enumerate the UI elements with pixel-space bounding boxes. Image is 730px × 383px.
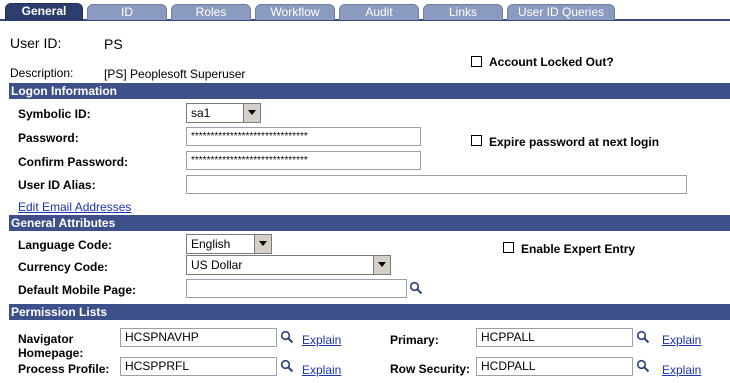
primary-input[interactable]: HCPPALL [476,328,633,347]
confirm-password-label: Confirm Password: [18,155,129,169]
enable-expert-entry-checkbox[interactable] [503,242,514,253]
currency-code-value: US Dollar [191,258,243,272]
logon-section-header: Logon Information [9,83,730,99]
row-security-input[interactable]: HCDPALL [476,357,633,376]
password-field[interactable]: ****************************** [186,127,421,146]
chevron-down-icon [243,104,260,122]
row-security-label: Row Security: [390,362,471,376]
description-value: [PS] Peoplesoft Superuser [104,67,246,81]
currency-code-select[interactable]: US Dollar [186,255,391,275]
magnifier-icon[interactable] [280,330,294,344]
primary-explain-link[interactable]: Explain [662,333,701,347]
enable-expert-entry-label: Enable Expert Entry [521,242,636,256]
process-profile-input[interactable]: HCSPPRFL [120,357,277,376]
default-mobile-page-input[interactable] [186,279,407,298]
currency-code-label: Currency Code: [18,260,109,274]
magnifier-icon[interactable] [636,359,650,373]
tab-bar: General ID Roles Workflow Audit Links Us… [0,0,730,22]
account-locked-label: Account Locked Out? [489,55,614,69]
chevron-down-icon [254,235,271,253]
navigator-explain-link[interactable]: Explain [302,333,341,347]
tab-links[interactable]: Links [423,4,503,20]
general-attributes-section-header: General Attributes [9,215,730,231]
description-label: Description: [10,66,74,80]
user-id-alias-label: User ID Alias: [18,178,96,192]
language-code-label: Language Code: [18,238,113,252]
navigator-homepage-label-line2: Homepage: [18,346,84,360]
tab-audit[interactable]: Audit [339,4,419,20]
user-id-alias-input[interactable] [186,175,687,194]
navigator-homepage-label-line1: Navigator [18,332,74,346]
confirm-password-field[interactable]: ****************************** [186,151,421,170]
primary-label: Primary: [390,333,439,347]
user-id-label: User ID: [10,35,62,51]
symbolic-id-select[interactable]: sa1 [186,103,261,123]
permission-lists-section-header: Permission Lists [9,304,730,320]
expire-password-label: Expire password at next login [489,135,660,149]
symbolic-id-label: Symbolic ID: [18,107,91,121]
user-id-value: PS [104,36,123,52]
language-code-value: English [191,237,231,251]
magnifier-icon[interactable] [636,330,650,344]
tab-user-id-queries[interactable]: User ID Queries [507,4,615,20]
account-locked-checkbox[interactable] [471,56,482,67]
tab-workflow[interactable]: Workflow [255,4,335,20]
tab-general[interactable]: General [5,3,83,21]
magnifier-icon[interactable] [280,359,294,373]
tab-id[interactable]: ID [87,4,167,20]
edit-email-addresses-link[interactable]: Edit Email Addresses [18,200,131,214]
default-mobile-page-label: Default Mobile Page: [18,283,137,297]
password-label: Password: [18,131,79,145]
process-profile-label: Process Profile: [18,362,110,376]
expire-password-checkbox[interactable] [471,135,482,146]
process-profile-explain-link[interactable]: Explain [302,363,341,377]
tab-roles[interactable]: Roles [171,4,251,20]
language-code-select[interactable]: English [186,234,272,254]
symbolic-id-value: sa1 [191,106,211,120]
row-security-explain-link[interactable]: Explain [662,363,701,377]
magnifier-icon[interactable] [409,281,423,295]
navigator-homepage-input[interactable]: HCSPNAVHP [120,328,277,347]
chevron-down-icon [373,256,390,274]
